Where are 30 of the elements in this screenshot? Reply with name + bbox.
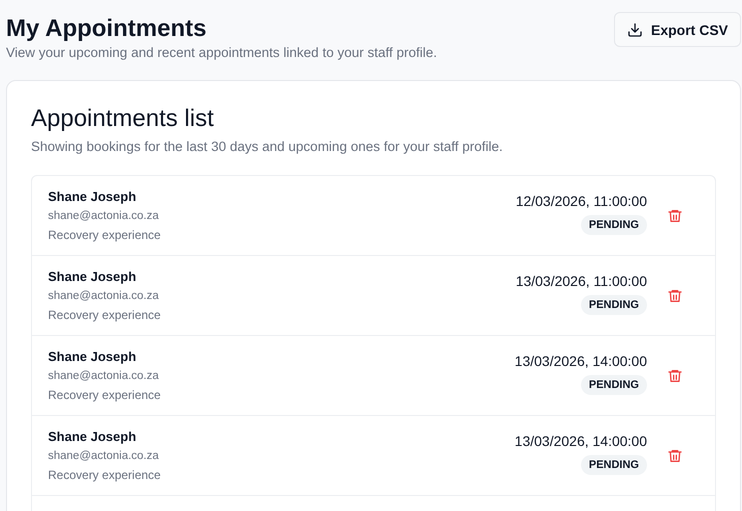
card-title: Appointments list — [31, 105, 215, 133]
service-name: Recovery experience — [48, 466, 162, 484]
status-badge: PENDING — [580, 454, 647, 474]
appointment-datetime: 13/03/2026, 14:00:00 — [514, 432, 647, 448]
status-badge: PENDING — [580, 294, 647, 314]
trash-icon — [667, 288, 683, 304]
status-badge: PENDING — [580, 214, 647, 234]
appointment-datetime: 13/03/2026, 11:00:00 — [516, 272, 647, 288]
client-email: shane@actonia.co.za — [48, 448, 160, 464]
service-name: Recovery experience — [48, 306, 162, 324]
client-name: Shane Joseph — [48, 188, 138, 206]
client-name: Shane Joseph — [48, 348, 138, 366]
trash-icon — [667, 368, 683, 384]
client-name: Shane Joseph — [48, 268, 138, 286]
page-subtitle: View your upcoming and recent appointments linked to your staff profile. — [6, 45, 437, 60]
service-name: Recovery experience — [48, 386, 162, 404]
export-csv-button[interactable]: Export CSV — [614, 12, 741, 47]
client-email: shane@actonia.co.za — [48, 208, 160, 224]
client-name: Shane Joseph — [48, 428, 138, 446]
appointment-datetime: 12/03/2026, 11:00:00 — [516, 192, 647, 208]
client-email: shane@actonia.co.za — [48, 288, 160, 304]
client-email: shane@actonia.co.za — [48, 368, 160, 384]
download-icon — [626, 22, 643, 38]
status-badge: PENDING — [580, 374, 647, 394]
service-name: Recovery experience — [48, 226, 162, 244]
card-subtitle: Showing bookings for the last 30 days and upcoming ones for your staff profile. — [31, 139, 504, 154]
page-title: My Appointments — [6, 15, 208, 43]
appointment-datetime: 13/03/2026, 14:00:00 — [514, 352, 647, 368]
trash-icon — [667, 208, 683, 224]
trash-icon — [667, 448, 683, 464]
